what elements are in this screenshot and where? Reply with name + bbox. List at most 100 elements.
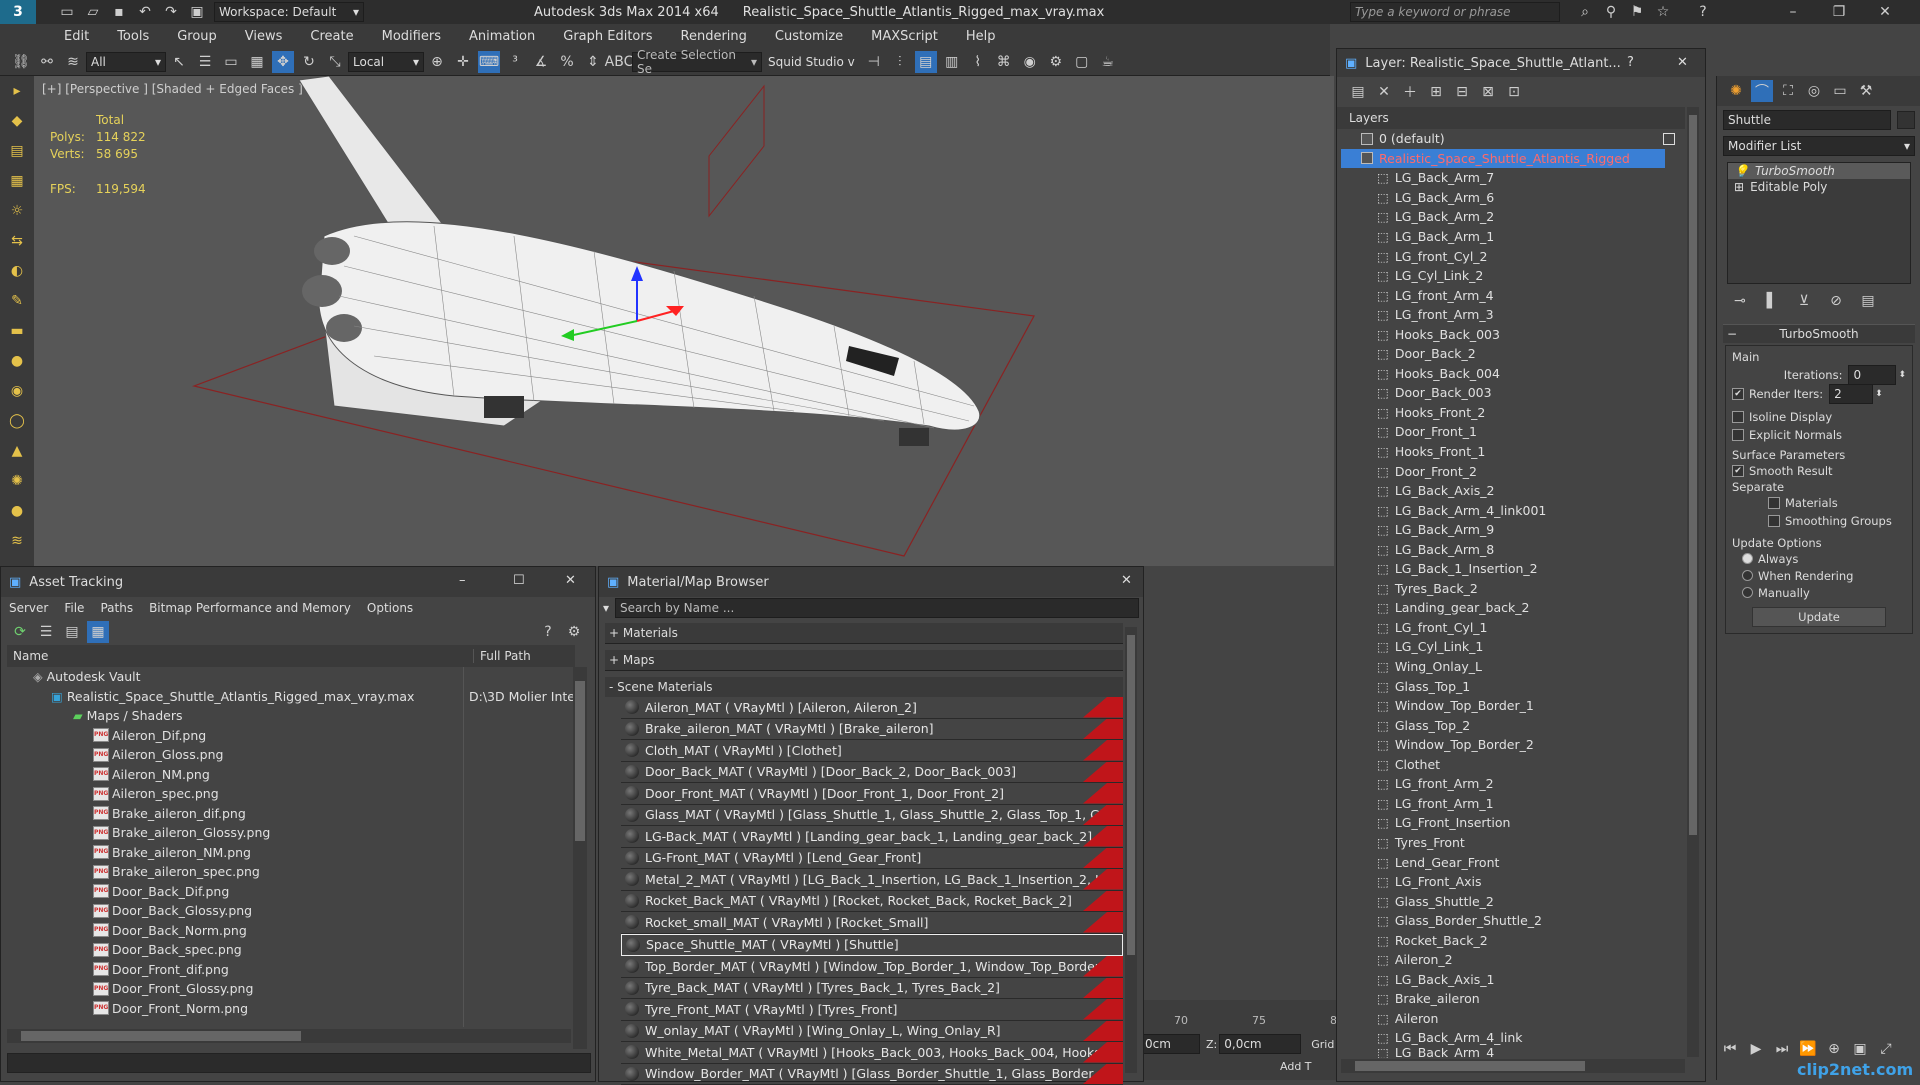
layer-object-row[interactable]: ⬚Glass_Border_Shuttle_2: [1341, 911, 1685, 931]
x-coord-field[interactable]: 0cm: [1140, 1034, 1200, 1054]
menu-rendering[interactable]: Rendering: [681, 29, 747, 44]
redo-icon[interactable]: ↷: [160, 1, 182, 23]
material-row[interactable]: Glass_MAT ( VRayMtl ) [Glass_Shuttle_1, …: [621, 805, 1123, 827]
asset-vertical-scrollbar[interactable]: [573, 667, 587, 1049]
render-production-icon[interactable]: ☕: [1097, 51, 1119, 73]
object-name-input[interactable]: Shuttle: [1723, 110, 1891, 130]
table-view-icon[interactable]: ▦: [87, 621, 109, 643]
layer-object-row[interactable]: ⬚LG_front_Arm_3: [1341, 305, 1685, 325]
link-icon[interactable]: ⛓: [10, 51, 32, 73]
tree-row-file[interactable]: PNGAileron_Dif.png: [7, 726, 575, 746]
layer-object-row[interactable]: ⬚LG_Front_Insertion: [1341, 813, 1685, 833]
project-folder-icon[interactable]: ▣: [186, 1, 208, 23]
layer-object-row[interactable]: ⬚LG_Back_1_Insertion_2: [1341, 559, 1685, 579]
help-icon[interactable]: ?: [1627, 55, 1634, 70]
layer-object-row[interactable]: ⬚Glass_Shuttle_2: [1341, 891, 1685, 911]
key-icon[interactable]: ⚲: [1600, 1, 1622, 23]
expand-plus-icon[interactable]: ⊞: [1734, 180, 1744, 194]
pin-stack-icon[interactable]: ⊸: [1729, 290, 1751, 312]
scrollbar-thumb[interactable]: [1355, 1061, 1585, 1071]
layer-object-row[interactable]: ⬚LG_Cyl_Link_1: [1341, 637, 1685, 657]
communication-icon[interactable]: ⚑: [1626, 1, 1648, 23]
named-selection-set-input[interactable]: Create Selection Se▾: [632, 52, 762, 72]
edit-named-selection-icon[interactable]: ABC: [608, 51, 630, 73]
help-icon[interactable]: ?: [537, 621, 559, 643]
strip-tool-14-icon[interactable]: ✺: [6, 470, 28, 492]
save-file-icon[interactable]: ▪: [108, 1, 130, 23]
strip-tool-15-icon[interactable]: ●: [6, 500, 28, 522]
bind-space-warp-icon[interactable]: ≋: [62, 51, 84, 73]
layer-object-row[interactable]: ⬚LG_Back_Arm_4: [1341, 1048, 1685, 1058]
curve-editor-icon[interactable]: ⌇: [967, 51, 989, 73]
tree-row-file[interactable]: PNGDoor_Back_Norm.png: [7, 921, 575, 941]
menu-views[interactable]: Views: [245, 29, 283, 44]
layer-object-row[interactable]: ⬚LG_Back_Arm_9: [1341, 520, 1685, 540]
select-scale-icon[interactable]: ⤡: [324, 51, 346, 73]
strip-tool-16-icon[interactable]: ≋: [6, 530, 28, 552]
selection-filter-dropdown[interactable]: All▾: [86, 52, 166, 72]
strip-tool-13-icon[interactable]: ▲: [6, 440, 28, 462]
layer-object-row[interactable]: ⬚LG_Back_Arm_1: [1341, 227, 1685, 247]
material-row[interactable]: Door_Back_MAT ( VRayMtl ) [Door_Back_2, …: [621, 762, 1123, 784]
strip-tool-6-icon[interactable]: ⇆: [6, 230, 28, 252]
strip-tool-7-icon[interactable]: ◐: [6, 260, 28, 282]
layer-object-row[interactable]: ⬚Tyres_Front: [1341, 833, 1685, 853]
layer-object-row[interactable]: ⬚LG_Back_Arm_4_link: [1341, 1028, 1685, 1048]
layer-object-row[interactable]: ⬚Window_Top_Border_2: [1341, 735, 1685, 755]
menu-tools[interactable]: Tools: [117, 29, 149, 44]
strip-tool-10-icon[interactable]: ●: [6, 350, 28, 372]
strip-tool-12-icon[interactable]: ◯: [6, 410, 28, 432]
always-radio[interactable]: [1742, 553, 1753, 564]
material-vertical-scrollbar[interactable]: [1125, 627, 1137, 1073]
workspace-dropdown[interactable]: Workspace: Default▾: [214, 2, 364, 22]
field-of-view-icon[interactable]: ▣: [1849, 1038, 1871, 1060]
strip-tool-3-icon[interactable]: ▤: [6, 140, 28, 162]
layer-object-row[interactable]: ⬚Hooks_Front_1: [1341, 442, 1685, 462]
lightbulb-icon[interactable]: 💡: [1734, 164, 1749, 178]
menu-customize[interactable]: Customize: [775, 29, 843, 44]
select-manipulate-icon[interactable]: ✛: [452, 51, 474, 73]
stack-item-turbosmooth[interactable]: 💡TurboSmooth: [1728, 163, 1910, 179]
tree-row-file[interactable]: PNGBrake_aileron_spec.png: [7, 862, 575, 882]
create-tab-icon[interactable]: ✺: [1725, 80, 1747, 102]
material-row[interactable]: Metal_2_MAT ( VRayMtl ) [LG_Back_1_Inser…: [621, 869, 1123, 891]
menu-graph-editors[interactable]: Graph Editors: [563, 29, 652, 44]
layer-object-row[interactable]: ⬚Aileron: [1341, 1009, 1685, 1029]
when-rendering-radio[interactable]: [1742, 570, 1753, 581]
materials-group-header[interactable]: + Materials: [605, 623, 1123, 644]
goto-start-icon[interactable]: ⏮: [1719, 1038, 1741, 1060]
layer-object-row[interactable]: ⬚LG_Back_Arm_8: [1341, 539, 1685, 559]
strip-tool-2-icon[interactable]: ◆: [6, 110, 28, 132]
layer-object-row[interactable]: ⬚Tyres_Back_2: [1341, 579, 1685, 599]
close-icon[interactable]: ✕: [565, 573, 576, 588]
highlight-layer-icon[interactable]: ⊠: [1477, 81, 1499, 103]
menu-paths[interactable]: Paths: [100, 601, 133, 615]
layers-vertical-scrollbar[interactable]: [1687, 107, 1699, 1057]
settings-icon[interactable]: ⚙: [563, 621, 585, 643]
graphite-tools-icon[interactable]: ▥: [941, 51, 963, 73]
strip-tool-5-icon[interactable]: ☼: [6, 200, 28, 222]
reference-coord-dropdown[interactable]: Local▾: [348, 52, 424, 72]
layer-object-row[interactable]: ⬚LG_front_Arm_2: [1341, 774, 1685, 794]
material-row[interactable]: Rocket_small_MAT ( VRayMtl ) [Rocket_Sma…: [621, 912, 1123, 934]
maximize-icon[interactable]: ☐: [513, 573, 525, 588]
squid-studio-label[interactable]: Squid Studio v: [768, 55, 855, 69]
turbosmooth-rollout-header[interactable]: − TurboSmooth: [1723, 324, 1915, 343]
layer-row-default[interactable]: 0 (default): [1341, 129, 1685, 149]
material-row[interactable]: Window_Border_MAT ( VRayMtl ) [Glass_Bor…: [621, 1064, 1123, 1085]
tree-row-file[interactable]: PNGBrake_aileron_dif.png: [7, 804, 575, 824]
layer-object-row[interactable]: ⬚Brake_aileron: [1341, 989, 1685, 1009]
modify-tab-icon[interactable]: ⌒: [1751, 80, 1773, 102]
material-row[interactable]: White_Metal_MAT ( VRayMtl ) [Hooks_Back_…: [621, 1042, 1123, 1064]
layer-object-row[interactable]: ⬚LG_front_Cyl_2: [1341, 246, 1685, 266]
snaps-toggle-icon[interactable]: ³: [504, 51, 526, 73]
layer-object-row[interactable]: ⬚Lend_Gear_Front: [1341, 852, 1685, 872]
layer-object-row[interactable]: ⬚Hooks_Back_004: [1341, 364, 1685, 384]
menu-options[interactable]: Options: [367, 601, 413, 615]
timeline-ruler[interactable]: 70 75 8: [1140, 1000, 1336, 1020]
material-search-input[interactable]: Search by Name ...: [615, 598, 1139, 618]
help-search-input[interactable]: Type a keyword or phrase: [1350, 2, 1560, 22]
undo-icon[interactable]: ↶: [134, 1, 156, 23]
tree-row-file[interactable]: PNGDoor_Front_dif.png: [7, 960, 575, 980]
minimize-window-icon[interactable]: –: [1782, 1, 1804, 23]
